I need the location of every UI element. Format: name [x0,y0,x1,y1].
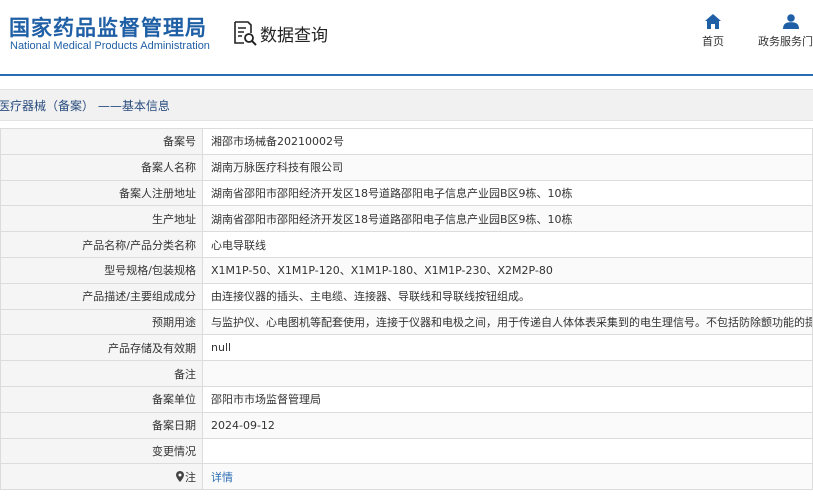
field-value: 湖南省邵阳市邵阳经济开发区18号道路邵阳电子信息产业园B区9栋、10栋 [202,205,813,233]
field-label: 备案人名称 [0,153,203,181]
nav-home-label: 首页 [702,35,724,48]
note-label-text: 注 [185,470,196,484]
document-search-icon [233,20,257,46]
table-row: 备案人名称 湖南万脉医疗科技有限公司 [0,153,813,181]
field-label: 产品描述/主要组成成分 [0,282,203,310]
nav-government-services-label: 政务服务门户 [758,35,813,48]
table-row: 备案单位 邵阳市市场监督管理局 [0,385,813,413]
table-row: 生产地址 湖南省邵阳市邵阳经济开发区18号道路邵阳电子信息产业园B区9栋、10栋 [0,205,813,233]
details-link[interactable]: 详情 [211,471,233,484]
record-info-table: 备案号 湘邵市场械备20210002号 备案人名称 湖南万脉医疗科技有限公司 备… [0,128,813,491]
table-row: 注 详情 [0,463,813,491]
field-label: 备案号 [0,128,203,155]
field-label: 产品存储及有效期 [0,334,203,362]
field-label: 产品名称/产品分类名称 [0,231,203,258]
table-row: 变更情况 [0,437,813,465]
field-value: 邵阳市市场监督管理局 [202,385,813,413]
data-query-link[interactable]: 数据查询 [233,20,328,46]
section-title-bar: 医疗器械（备案） ——基本信息 [0,89,813,121]
nav-government-services[interactable]: 政务服务门户 [756,14,813,49]
field-label: 备案单位 [0,385,203,413]
user-icon [756,14,813,29]
table-row: 备案人注册地址 湖南省邵阳市邵阳经济开发区18号道路邵阳电子信息产业园B区9栋、… [0,179,813,207]
table-row: 产品描述/主要组成成分 由连接仪器的插头、主电缆、连接器、导联线和导联线按钮组成… [0,282,813,310]
header-divider [0,74,813,76]
table-row: 备案日期 2024-09-12 [0,411,813,439]
nav-home[interactable]: 首页 [700,14,726,49]
field-value: 2024-09-12 [202,411,813,439]
field-value: null [202,334,813,362]
field-label: 预期用途 [0,308,203,336]
home-icon [700,14,726,29]
field-label: 生产地址 [0,205,203,233]
field-label: 变更情况 [0,437,203,465]
table-row: 型号规格/包装规格 X1M1P-50、X1M1P-120、X1M1P-180、X… [0,256,813,284]
field-value: 详情 [202,463,813,491]
field-value: 湘邵市场械备20210002号 [202,128,813,155]
field-label: 备案人注册地址 [0,179,203,207]
page-title: 医疗器械（备案） ——基本信息 [0,99,170,113]
table-row: 备注 [0,360,813,387]
data-query-label: 数据查询 [260,25,328,46]
field-value: 由连接仪器的插头、主电缆、连接器、导联线和导联线按钮组成。 [202,282,813,310]
field-value: 湖南万脉医疗科技有限公司 [202,153,813,181]
table-row: 产品存储及有效期 null [0,334,813,362]
field-value [202,360,813,387]
field-value: 湖南省邵阳市邵阳经济开发区18号道路邵阳电子信息产业园B区9栋、10栋 [202,179,813,207]
site-header: 国家药品监督管理局 National Medical Products Admi… [0,0,813,76]
field-value [202,437,813,465]
logo-title-cn[interactable]: 国家药品监督管理局 [9,12,207,42]
field-value: 心电导联线 [202,231,813,258]
table-row: 预期用途 与监护仪、心电图机等配套使用，连接于仪器和电极之间，用于传递自人体体表… [0,308,813,336]
field-value: 与监护仪、心电图机等配套使用，连接于仪器和电极之间，用于传递自人体体表采集到的电… [202,308,813,336]
field-value: X1M1P-50、X1M1P-120、X1M1P-180、X1M1P-230、X… [202,256,813,284]
logo-title-en[interactable]: National Medical Products Administration [10,40,210,52]
field-label: 备案日期 [0,411,203,439]
table-row: 备案号 湘邵市场械备20210002号 [0,128,813,155]
pin-icon [176,470,184,485]
field-label-note: 注 [0,463,203,491]
field-label: 型号规格/包装规格 [0,256,203,284]
table-row: 产品名称/产品分类名称 心电导联线 [0,231,813,258]
field-label: 备注 [0,360,203,387]
